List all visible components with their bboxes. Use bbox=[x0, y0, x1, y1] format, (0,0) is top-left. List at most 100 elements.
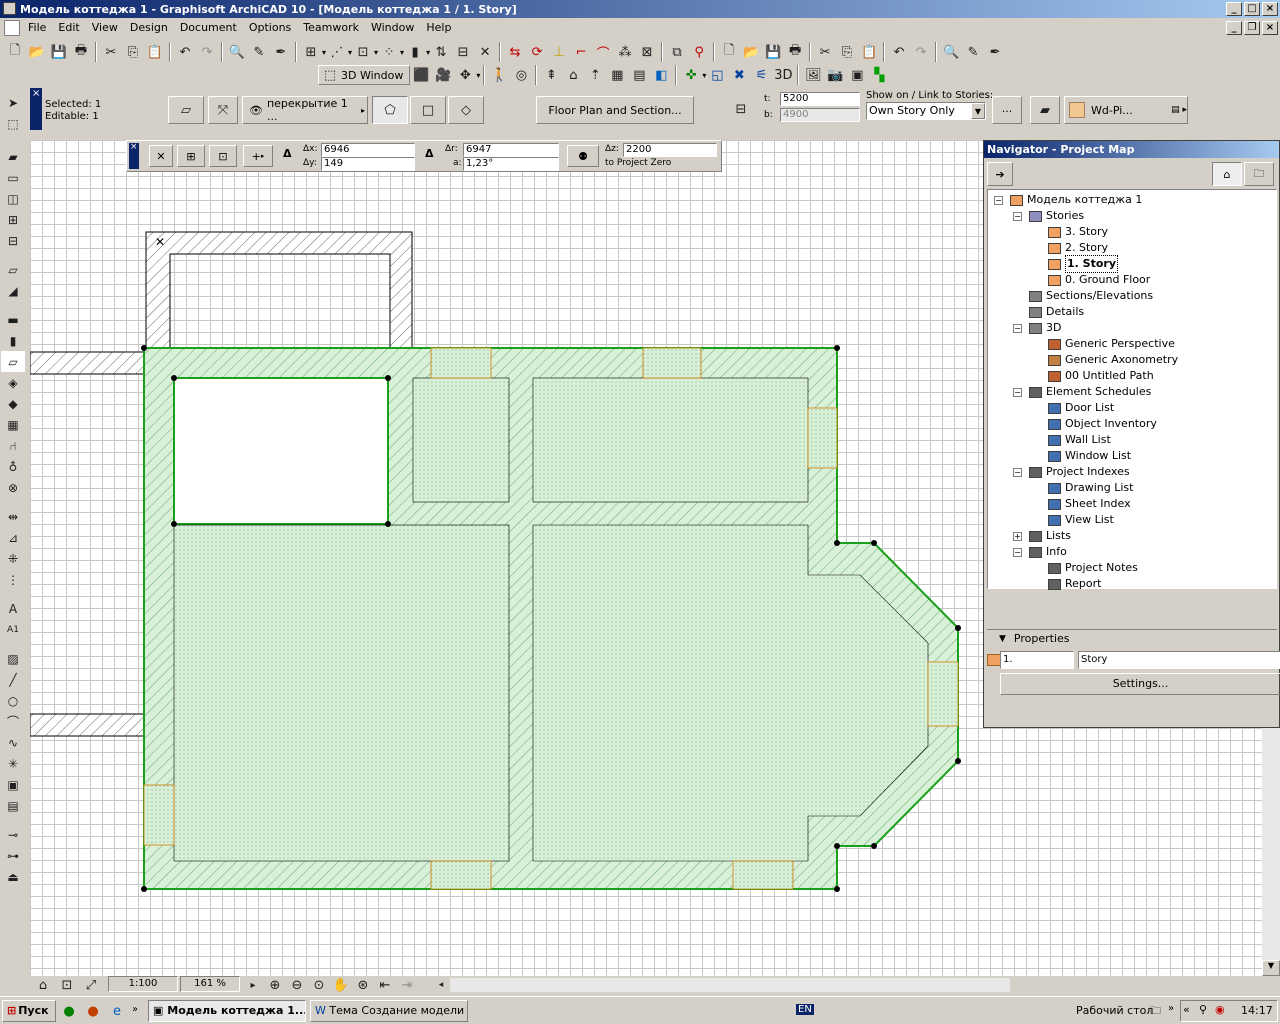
project-map-tree[interactable]: − Модель коттеджа 1− Stories 3. Story 2. Sto… bbox=[987, 189, 1277, 590]
new-icon[interactable]: 🗋 bbox=[4, 41, 26, 63]
elevation-tool-icon[interactable]: ⊶ bbox=[1, 845, 25, 866]
floor-plan-section-button[interactable]: Floor Plan and Section... bbox=[536, 96, 694, 124]
project-map-tab[interactable]: ⌂ bbox=[1212, 162, 1242, 186]
beam-tool-icon[interactable]: ▬ bbox=[1, 309, 25, 330]
tree-item[interactable]: Object Inventory bbox=[1046, 416, 1157, 432]
camera-tool-icon[interactable]: ⊗ bbox=[1, 477, 25, 498]
tree-item[interactable]: Project Notes bbox=[1046, 560, 1138, 576]
pickup2-icon[interactable]: ✎ bbox=[962, 41, 984, 63]
zoom-field[interactable]: 161 % bbox=[180, 976, 240, 992]
walk-icon[interactable]: 🚶 bbox=[488, 64, 510, 86]
copy2-icon[interactable]: ⎘ bbox=[836, 41, 858, 63]
document-icon[interactable] bbox=[4, 20, 20, 36]
rotate-icon[interactable]: ⟳ bbox=[526, 41, 548, 63]
coord-box-close-icon[interactable]: × bbox=[130, 142, 138, 152]
home-view-icon[interactable]: ⌂ bbox=[32, 974, 54, 996]
menu-help[interactable]: Help bbox=[420, 18, 457, 38]
tree-item[interactable]: View List bbox=[1046, 512, 1114, 528]
zoom-window-icon[interactable]: ⊡ bbox=[56, 974, 78, 996]
construction-grid-button[interactable]: ⊡ bbox=[209, 145, 237, 167]
stair-tool-icon[interactable]: ⊟ bbox=[1, 230, 25, 251]
cross-icon[interactable]: ✖ bbox=[728, 64, 750, 86]
start-button[interactable]: ⊞ Пуск bbox=[2, 1000, 56, 1022]
circle-tool-icon[interactable]: ○ bbox=[1, 690, 25, 711]
settings-button[interactable]: Settings... bbox=[1000, 673, 1280, 695]
trace-icon[interactable]: ⇅ bbox=[430, 41, 452, 63]
object-tool-icon[interactable]: ⊞ bbox=[1, 209, 25, 230]
section-tool-icon[interactable]: ⊸ bbox=[1, 824, 25, 845]
door-tool-icon[interactable]: ▭ bbox=[1, 167, 25, 188]
zoom-prev-icon[interactable]: ⤢ bbox=[80, 974, 102, 996]
pan-icon[interactable]: ✋ bbox=[330, 974, 352, 996]
print-icon[interactable]: 🖶 bbox=[70, 41, 92, 63]
undo2-icon[interactable]: ↶ bbox=[888, 41, 910, 63]
zoom-out-icon[interactable]: ⊖ bbox=[286, 974, 308, 996]
level-dim-tool-icon[interactable]: ⊿ bbox=[1, 527, 25, 548]
wall-tool-icon[interactable]: ▰ bbox=[1, 146, 25, 167]
find-select-icon[interactable]: 🔍 bbox=[226, 41, 248, 63]
top-elevation-field[interactable]: 5200 bbox=[780, 92, 860, 106]
grid-display-icon[interactable]: ⁘ bbox=[378, 41, 400, 63]
snap-grid-button[interactable]: ⊞ bbox=[177, 145, 205, 167]
quicklaunch-3-icon[interactable]: e bbox=[106, 1000, 128, 1022]
rectangle-method-button[interactable]: □ bbox=[410, 96, 446, 124]
dimension-tool-icon[interactable]: ⇹ bbox=[1, 506, 25, 527]
navigate-icon[interactable]: ✥ bbox=[454, 64, 476, 86]
close-button[interactable]: × bbox=[1262, 2, 1278, 16]
arc-tool-icon[interactable]: ⌒ bbox=[1, 711, 25, 732]
tray-arrow-icon[interactable]: « bbox=[1183, 1003, 1190, 1016]
redo2-icon[interactable]: ↷ bbox=[910, 41, 932, 63]
show-on-more-button[interactable]: ... bbox=[992, 96, 1022, 124]
picture-icon[interactable]: 🖼 bbox=[802, 64, 824, 86]
menu-document[interactable]: Document bbox=[174, 18, 243, 38]
left-wall-stub-lower[interactable] bbox=[30, 713, 145, 737]
tree-expander-icon[interactable]: − bbox=[1013, 324, 1022, 333]
tree-item[interactable]: 0. Ground Floor bbox=[1046, 272, 1150, 288]
tree-expander-icon[interactable]: − bbox=[1013, 468, 1022, 477]
grid-snap-icon[interactable]: ⊞ bbox=[300, 41, 322, 63]
desktop-icon[interactable]: 🗀 bbox=[1150, 1002, 1161, 1021]
section-view-icon[interactable]: ⇞ bbox=[540, 64, 562, 86]
tree-item[interactable]: Element Schedules bbox=[1027, 384, 1151, 400]
maximize-button[interactable]: □ bbox=[1244, 2, 1260, 16]
camera2-tool-icon[interactable]: ⏏ bbox=[1, 866, 25, 887]
tree-expander-icon[interactable]: − bbox=[1013, 212, 1022, 221]
rotated-rect-method-button[interactable]: ◇ bbox=[448, 96, 484, 124]
tree-item[interactable]: 1. Story bbox=[1046, 255, 1118, 273]
cut-plane-icon[interactable]: ✜ bbox=[680, 64, 702, 86]
figure-tool-icon[interactable]: ▣ bbox=[1, 774, 25, 795]
layout-icon[interactable]: ▦ bbox=[606, 64, 628, 86]
fit-window-icon[interactable]: ⊛ bbox=[352, 974, 374, 996]
zoom-fit-icon[interactable]: ⊙ bbox=[308, 974, 330, 996]
inject-icon[interactable]: ✒ bbox=[270, 41, 292, 63]
task-word-doc[interactable]: W Тема Создание модели ... bbox=[310, 1000, 468, 1022]
upper-room-walls[interactable] bbox=[145, 231, 413, 349]
task-archicad[interactable]: ▣ Модель коттеджа 1... bbox=[148, 1000, 306, 1022]
story-id-field[interactable]: 1. bbox=[1000, 651, 1074, 669]
paste2-icon[interactable]: 📋 bbox=[858, 41, 880, 63]
view-map-tab[interactable]: 🗀 bbox=[1244, 162, 1274, 186]
tree-expander-icon[interactable]: + bbox=[1013, 532, 1022, 541]
tree-item[interactable]: Project Indexes bbox=[1027, 464, 1130, 480]
zone-tool-icon[interactable]: ◆ bbox=[1, 393, 25, 414]
angle-field[interactable]: 1,23° bbox=[463, 157, 559, 171]
menu-options[interactable]: Options bbox=[243, 18, 297, 38]
group-icon[interactable]: ⧉ bbox=[666, 41, 688, 63]
story-name-field[interactable]: Story bbox=[1078, 651, 1280, 669]
spline-tool-icon[interactable]: ∿ bbox=[1, 732, 25, 753]
menu-window[interactable]: Window bbox=[365, 18, 420, 38]
z-reference-label[interactable]: to Project Zero bbox=[605, 158, 671, 168]
slab-settings-button[interactable]: ▱ bbox=[168, 96, 204, 124]
dr-field[interactable]: 6947 bbox=[463, 143, 559, 157]
tree-item[interactable]: 2. Story bbox=[1046, 240, 1108, 256]
info-box-handle[interactable]: × bbox=[30, 88, 42, 130]
photo-icon[interactable]: 📷 bbox=[824, 64, 846, 86]
drag-icon[interactable]: ⇆ bbox=[504, 41, 526, 63]
polygon-method-button[interactable]: ⬠ bbox=[372, 96, 408, 124]
open-icon[interactable]: 📂 bbox=[26, 41, 48, 63]
save-icon[interactable]: 💾 bbox=[48, 41, 70, 63]
construction-grid-icon[interactable]: ⋰ bbox=[326, 41, 348, 63]
line-tool-icon[interactable]: ╱ bbox=[1, 669, 25, 690]
hotspot-tool-icon[interactable]: ✳ bbox=[1, 753, 25, 774]
dy-field[interactable]: 149 bbox=[321, 157, 415, 171]
